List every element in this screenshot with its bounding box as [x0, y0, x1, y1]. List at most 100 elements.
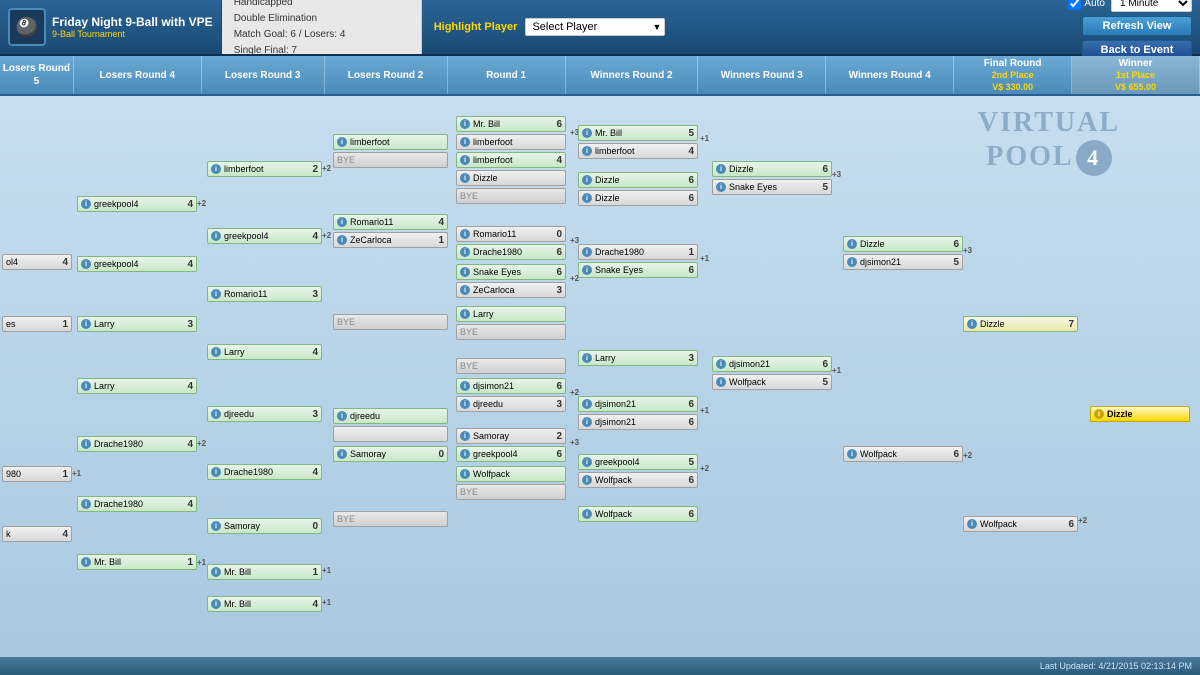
status-bar: Last Updated: 4/21/2015 02:13:14 PM [0, 657, 1200, 675]
r1-m4-p1: i Snake Eyes 6 [456, 264, 566, 280]
highlight-label: Highlight Player [434, 21, 518, 33]
wr4-m1-p1: i Dizzle 6 [843, 236, 963, 252]
wr4-m1-diff: +3 [963, 246, 972, 255]
wr2-m2-p2: i Dizzle 6 [578, 190, 698, 206]
event-title: Friday Night 9-Ball with VPE [52, 15, 213, 29]
lr3-m4-p1: i Larry 4 [207, 344, 322, 360]
wr3-m1-p2: i Snake Eyes 5 [712, 179, 832, 195]
lr3-m1-p1: i limberfoot 2 [207, 161, 322, 177]
wr2-m6-result: i Wolfpack 6 [578, 506, 698, 522]
event-badge: 9-Ball Tournament [52, 29, 213, 39]
r1-m7-diff: +3 [570, 438, 579, 447]
r1-m2-p2: i Dizzle [456, 170, 566, 186]
lr3-m6-p1: i Drache1980 4 [207, 464, 322, 480]
lr4-m7-p1: i Mr. Bill 1 [77, 554, 197, 570]
auto-interval-select[interactable]: 1 Minute [1111, 0, 1192, 12]
r1-m6-p1: i djsimon21 6 [456, 378, 566, 394]
lr3-m9-p1: i Mr. Bill 4 [207, 596, 322, 612]
lr4-m5-p1: i Drache1980 4 [77, 436, 197, 452]
wr2-m1-p2: i limberfoot 4 [578, 143, 698, 159]
r1-m8-p1: i Wolfpack [456, 466, 566, 482]
match-info-text: Handicapped Double Elimination Match Goa… [234, 0, 346, 59]
lr3-m2-p1: i greekpool4 4 [207, 228, 322, 244]
r1-m5-p1: i Larry [456, 306, 566, 322]
lr4-m6-p1: i Drache1980 4 [77, 496, 197, 512]
vp4-logo: VIRTUALPOOL4 [978, 106, 1120, 176]
lr4-m7-diff: +1 [197, 558, 206, 567]
wr2-m3-p2: i Snake Eyes 6 [578, 262, 698, 278]
wr2-m1-p1: i Mr. Bill 5 [578, 125, 698, 141]
match-goal-line: Match Goal: 6 / Losers: 4 [234, 27, 346, 43]
r1-m4-p2: i ZeCarloca 3 [456, 282, 566, 298]
lr4-m5-diff: +2 [197, 439, 206, 448]
col-final-round: Final Round 2nd Place V$ 330.00 [954, 56, 1072, 94]
app-icon: 🎱 [8, 8, 46, 46]
final-diff: +2 [1078, 516, 1087, 525]
column-headers: Losers Round 5 Losers Round 4 Losers Rou… [0, 56, 1200, 96]
col-losers-round-2: Losers Round 2 [325, 56, 448, 94]
col-losers-round-3: Losers Round 3 [202, 56, 325, 94]
wr2-m5-p2: i djsimon21 6 [578, 414, 698, 430]
wr2-m3-p1: i Drache1980 1 [578, 244, 698, 260]
top-bar: 🎱 Friday Night 9-Ball with VPE 9-Ball To… [0, 0, 1200, 56]
lr2-m1-p1: i limberfoot [333, 134, 448, 150]
lr3-m1-diff: +2 [322, 164, 331, 173]
wr2-m6-diff: +2 [700, 464, 709, 473]
auto-checkbox-label[interactable]: Auto [1068, 0, 1105, 10]
logo-text: Friday Night 9-Ball with VPE 9-Ball Tour… [52, 15, 213, 39]
lr5-p1: ol4 4 [2, 254, 72, 270]
r1-m1-p2: i limberfoot [456, 134, 566, 150]
wr2-m6-p2: i Wolfpack 6 [578, 472, 698, 488]
lr2-m3-p1: i djreedu [333, 408, 448, 424]
lr3-m8-diff: +1 [322, 566, 331, 575]
col-round-1: Round 1 [448, 56, 566, 94]
final-p2: i Wolfpack 6 [963, 516, 1078, 532]
right-controls: Auto 1 Minute Refresh View Back to Event [1060, 0, 1200, 54]
r1-m6-p2: i djreedu 3 [456, 396, 566, 412]
refresh-view-button[interactable]: Refresh View [1082, 16, 1192, 36]
lr3-m2-diff: +2 [322, 231, 331, 240]
lr2-bye1: BYE [333, 152, 448, 168]
wr2-m6-p1: i greekpool4 5 [578, 454, 698, 470]
wr3-m2-p1: i djsimon21 6 [712, 356, 832, 372]
r1-bye3: BYE [456, 358, 566, 374]
highlight-player-select[interactable]: Select Player [525, 18, 665, 36]
r1-bye1: BYE [456, 188, 566, 204]
col-losers-round-5: Losers Round 5 [0, 56, 74, 94]
lr5-p3-diff: +1 [72, 469, 81, 478]
col-winner: Winner 1st Place V$ 655.00 [1072, 56, 1200, 94]
bracket-area: Losers Round 5 Losers Round 4 Losers Rou… [0, 56, 1200, 675]
wr2-m3-diff: +1 [700, 254, 709, 263]
wr2-m5-p1: i djsimon21 6 [578, 396, 698, 412]
auto-checkbox[interactable] [1068, 0, 1081, 10]
col-losers-round-4: Losers Round 4 [74, 56, 202, 94]
auto-bar: Auto 1 Minute [1068, 0, 1192, 12]
wr4-m1-p3: i Wolfpack 6 [843, 446, 963, 462]
col-winners-round-2: Winners Round 2 [566, 56, 699, 94]
lr3-m7-p1: i Samoray 0 [207, 518, 322, 534]
format-line: Handicapped Double Elimination [234, 0, 346, 27]
wr2-m4-p1: i Larry 3 [578, 350, 698, 366]
lr5-p2: es 1 [2, 316, 72, 332]
r1-m3-p2: i Drache1980 6 [456, 244, 566, 260]
lr3-m5-p1: i djreedu 3 [207, 406, 322, 422]
col-winners-round-3: Winners Round 3 [698, 56, 826, 94]
match-info: Handicapped Double Elimination Match Goa… [222, 0, 422, 54]
bracket-content: VIRTUALPOOL4 i Mr. Bill 6 i limberfoot +… [0, 96, 1200, 675]
lr4-m2-p1: i greekpool4 4 [77, 256, 197, 272]
lr4-m3-p1: i Larry 3 [77, 316, 197, 332]
lr2-m2-p1: i Romario11 4 [333, 214, 448, 230]
highlight-area: Highlight Player Select Player [422, 0, 1061, 54]
wr2-m1-diff: +1 [700, 134, 709, 143]
highlight-select-wrapper[interactable]: Select Player [525, 18, 665, 36]
lr2-bye2: BYE [333, 314, 448, 330]
lr2-m2-p2: i ZeCarloca 1 [333, 232, 448, 248]
lr3-m3-p1: i Romario11 3 [207, 286, 322, 302]
lr4-m1-diff: +2 [197, 199, 206, 208]
wr3-m2-diff: +1 [832, 366, 841, 375]
r1-m3-p1: i Romario11 0 [456, 226, 566, 242]
winner-p1: i Dizzle [1090, 406, 1190, 422]
lr4-m4-p1: i Larry 4 [77, 378, 197, 394]
r1-bye2: BYE [456, 324, 566, 340]
wr3-m1-p1: i Dizzle 6 [712, 161, 832, 177]
